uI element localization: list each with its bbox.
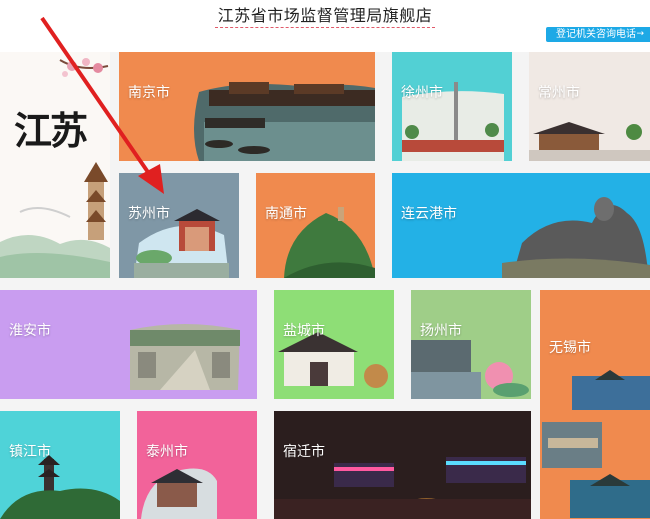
registration-phone-button[interactable]: 登记机关咨询电话 →: [546, 27, 650, 42]
tile-jiangsu[interactable]: 江苏: [0, 52, 110, 278]
title-divider: [215, 27, 435, 28]
wuxi-water-town-scene: [542, 370, 650, 518]
tile-label: 苏州市: [128, 206, 170, 222]
changzhou-temple-scene: [529, 122, 650, 161]
tile-nantong[interactable]: 南通市: [256, 173, 375, 278]
taizhou-pavilion-scene: [141, 468, 217, 519]
yancheng-gate-scene: [278, 332, 388, 388]
tile-label: 镇江市: [9, 444, 51, 460]
arrow-right-icon: →: [636, 29, 644, 39]
huaian-stone-path-scene: [130, 324, 240, 390]
tile-zhenjiang[interactable]: 镇江市: [0, 411, 120, 519]
nantong-hill-scene: [284, 207, 375, 278]
tile-label: 盐城市: [283, 323, 325, 339]
xuzhou-plaza-scene: [402, 82, 504, 161]
tile-label: 连云港市: [401, 206, 457, 222]
tile-label: 南京市: [128, 85, 170, 101]
tile-label: 徐州市: [401, 85, 443, 101]
tile-yangzhou[interactable]: 扬州市: [411, 290, 531, 399]
tile-suqian[interactable]: 宿迁市: [274, 411, 531, 519]
jiangsu-calligraphy: 江苏: [14, 108, 88, 153]
phone-button-label: 登记机关咨询电话: [556, 29, 636, 40]
tile-xuzhou[interactable]: 徐州市: [392, 52, 512, 161]
page-header: 江苏省市场监督管理局旗舰店 登记机关咨询电话 →: [0, 0, 650, 52]
tile-changzhou[interactable]: 常州市: [529, 52, 650, 161]
suqian-night-street-scene: [274, 457, 531, 519]
tile-label: 常州市: [538, 85, 580, 101]
tile-suzhou[interactable]: 苏州市: [119, 173, 239, 278]
tile-huaian[interactable]: 淮安市: [0, 290, 257, 399]
page-title: 江苏省市场监督管理局旗舰店: [217, 6, 433, 25]
zhenjiang-pagoda-scene: [0, 455, 120, 519]
tile-label: 淮安市: [9, 323, 51, 339]
yangzhou-canal-scene: [411, 340, 529, 399]
tile-nanjing[interactable]: 南京市: [119, 52, 375, 161]
tile-label: 宿迁市: [283, 444, 325, 460]
tile-label: 泰州市: [146, 444, 188, 460]
suzhou-pavilion-scene: [134, 209, 229, 278]
qinhuai-river-scene: [194, 82, 375, 161]
tile-label: 无锡市: [549, 340, 591, 356]
tile-yancheng[interactable]: 盐城市: [274, 290, 394, 399]
plum-blossom-illustration: [0, 58, 110, 278]
monkey-king-statue-scene: [502, 197, 650, 278]
tile-label: 扬州市: [420, 323, 462, 339]
tile-lianyungang[interactable]: 连云港市: [392, 173, 650, 278]
tile-taizhou[interactable]: 泰州市: [137, 411, 257, 519]
tile-label: 南通市: [265, 206, 307, 222]
tile-wuxi[interactable]: 无锡市: [540, 290, 650, 519]
